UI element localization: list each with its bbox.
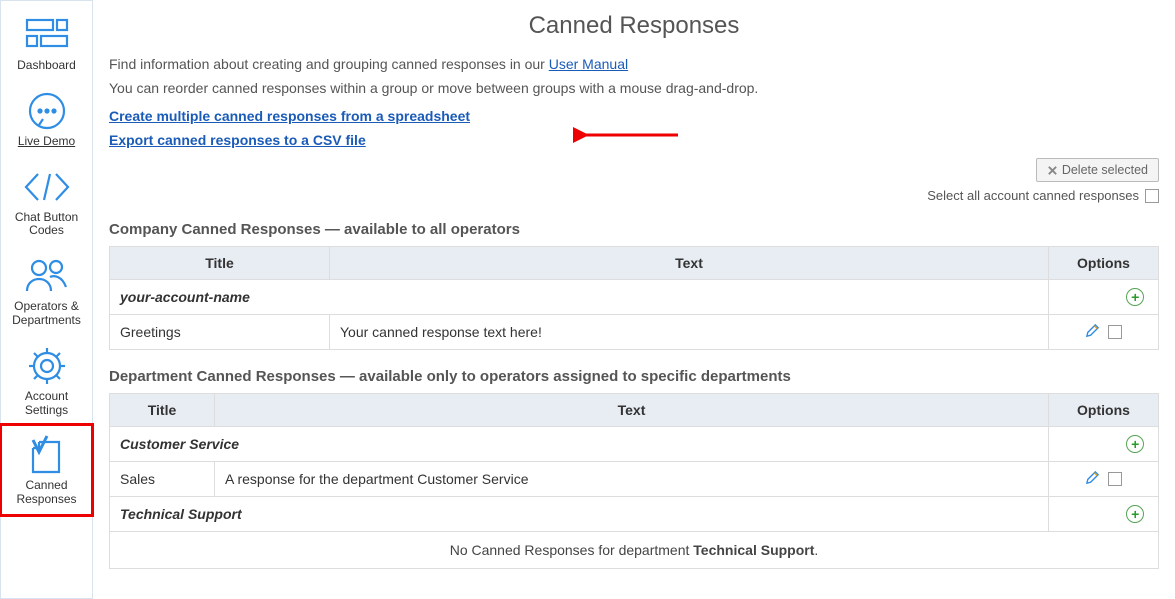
page-title: Canned Responses (109, 12, 1159, 40)
group-name: your-account-name (110, 280, 1049, 315)
gear-icon (27, 342, 67, 390)
row-checkbox[interactable] (1108, 325, 1122, 339)
no-responses-row: No Canned Responses for department Techn… (110, 532, 1159, 569)
department-section-title: Department Canned Responses — available … (109, 368, 1159, 385)
export-csv-link[interactable]: Export canned responses to a CSV file (109, 132, 366, 148)
canned-responses-icon (27, 431, 67, 479)
row-title: Sales (110, 462, 215, 497)
live-demo-icon (25, 87, 69, 135)
table-group-row: Customer Service + (110, 427, 1159, 462)
intro-line-1: Find information about creating and grou… (109, 56, 1159, 72)
users-icon (24, 252, 70, 300)
select-all-checkbox[interactable] (1145, 189, 1159, 203)
create-from-spreadsheet-link[interactable]: Create multiple canned responses from a … (109, 108, 470, 124)
col-header-text: Text (330, 247, 1049, 280)
row-text: Your canned response text here! (330, 315, 1049, 350)
edit-icon[interactable] (1085, 323, 1100, 341)
sidebar-label: Operators & Departments (3, 300, 90, 328)
sidebar-label: Live Demo (18, 135, 75, 149)
sidebar-item-account-settings[interactable]: Account Settings (1, 336, 92, 426)
row-text: A response for the department Customer S… (215, 462, 1049, 497)
col-header-title: Title (110, 394, 215, 427)
sidebar: Dashboard Live Demo Chat Button Codes (0, 0, 93, 599)
delete-selected-button[interactable]: Delete selected (1036, 158, 1159, 182)
add-response-button[interactable]: + (1126, 435, 1144, 453)
table-group-row: your-account-name + (110, 280, 1159, 315)
no-responses-dept: Technical Support (693, 542, 814, 558)
sidebar-item-chat-button-codes[interactable]: Chat Button Codes (1, 157, 92, 247)
sidebar-label: Dashboard (17, 59, 76, 73)
sidebar-label: Chat Button Codes (3, 211, 90, 239)
dashboard-icon (25, 11, 69, 59)
sidebar-item-operators-departments[interactable]: Operators & Departments (1, 246, 92, 336)
select-all-text: Select all account canned responses (927, 188, 1139, 203)
button-label: Delete selected (1062, 163, 1148, 177)
sidebar-item-canned-responses[interactable]: Canned Responses (1, 425, 92, 515)
company-responses-table: Title Text Options your-account-name + G… (109, 246, 1159, 350)
col-header-options: Options (1049, 247, 1159, 280)
intro-line-2: You can reorder canned responses within … (109, 80, 1159, 96)
row-title: Greetings (110, 315, 330, 350)
intro-text: Find information about creating and grou… (109, 56, 549, 72)
sidebar-label: Canned Responses (3, 479, 90, 507)
table-row: Sales A response for the department Cust… (110, 462, 1159, 497)
no-responses-text: No Canned Responses for department (450, 542, 694, 558)
col-header-options: Options (1049, 394, 1159, 427)
group-name: Customer Service (110, 427, 1049, 462)
table-group-row: Technical Support + (110, 497, 1159, 532)
select-all-label[interactable]: Select all account canned responses (927, 188, 1159, 203)
add-response-button[interactable]: + (1126, 505, 1144, 523)
group-name: Technical Support (110, 497, 1049, 532)
col-header-text: Text (215, 394, 1049, 427)
company-section-title: Company Canned Responses — available to … (109, 221, 1159, 238)
edit-icon[interactable] (1085, 470, 1100, 488)
row-checkbox[interactable] (1108, 472, 1122, 486)
code-icon (22, 163, 72, 211)
col-header-title: Title (110, 247, 330, 280)
main-content: Canned Responses Find information about … (93, 0, 1175, 599)
sidebar-label: Account Settings (3, 390, 90, 418)
red-arrow-annotation (573, 124, 683, 146)
sidebar-item-dashboard[interactable]: Dashboard (1, 5, 92, 81)
user-manual-link[interactable]: User Manual (549, 56, 628, 72)
department-responses-table: Title Text Options Customer Service + Sa… (109, 393, 1159, 569)
x-icon (1047, 165, 1058, 176)
table-row: Greetings Your canned response text here… (110, 315, 1159, 350)
no-responses-suffix: . (814, 542, 818, 558)
add-response-button[interactable]: + (1126, 288, 1144, 306)
sidebar-item-live-demo[interactable]: Live Demo (1, 81, 92, 157)
